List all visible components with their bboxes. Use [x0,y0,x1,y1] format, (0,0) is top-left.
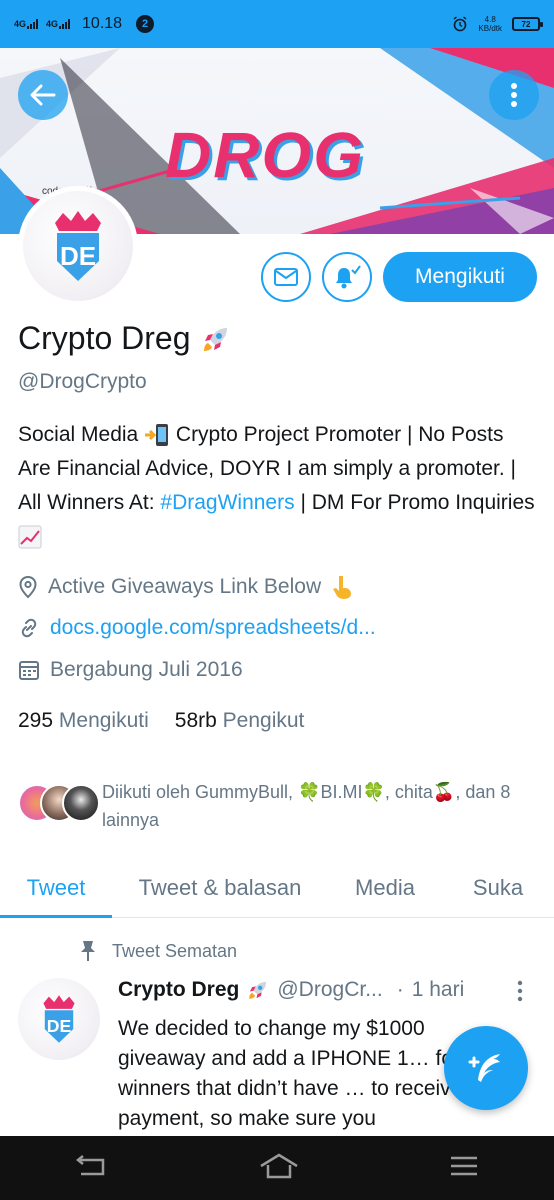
phone-arrow-emoji-icon [145,424,169,447]
profile-avatar[interactable]: DE [18,186,138,306]
tweet-author-name[interactable]: Crypto Dreg [118,978,239,1002]
followed-by-text: Diikuti oleh GummyBull, 🍀BI.MI🍀, chita🍒,… [102,782,511,830]
pin-icon [81,941,95,961]
alarm-icon [453,16,467,32]
more-vertical-icon [511,83,517,107]
calendar-icon [19,661,39,680]
rocket-emoji-icon [203,327,227,351]
followers-stat[interactable]: 58rb Pengikut [175,709,305,733]
profile-website: docs.google.com/spreadsheets/d... [18,616,376,640]
tab-media[interactable]: Media [328,860,442,916]
more-vertical-icon [517,980,523,1002]
arrow-left-icon [30,84,56,106]
message-button[interactable] [261,252,311,302]
following-stat[interactable]: 295 Mengikuti [18,709,149,733]
tweet-author-handle: @DrogCr... [277,978,383,1001]
svg-text:DE: DE [47,1016,72,1036]
tweet-header: Crypto Dreg @DrogCr... · 1 hari [118,978,538,1002]
notification-count-badge: 2 [136,15,155,33]
profile-location: Active Giveaways Link Below [18,574,353,600]
pointing-down-emoji-icon [333,576,352,599]
home-icon [260,1153,298,1178]
battery-icon: 72 [512,17,543,31]
chart-increasing-emoji-icon [18,525,42,549]
network-speed-value: 4.8 [484,15,496,24]
menu-icon [451,1156,477,1175]
mail-icon [274,268,298,286]
website-link[interactable]: docs.google.com/spreadsheets/d... [50,616,376,640]
bio-hashtag-link[interactable]: #DragWinners [160,491,294,514]
location-text: Active Giveaways Link Below [48,575,322,598]
profile-handle: @DrogCrypto [18,370,147,393]
network-speed-unit: KB/dtk [478,24,502,33]
following-button[interactable]: Mengikuti [383,252,537,302]
tab-tweet-replies[interactable]: Tweet & balasan [112,860,328,916]
link-icon [21,618,37,638]
profile-tabs: Tweet Tweet & balasan Media Suka [0,860,554,918]
clock: 10.18 [82,15,123,32]
pinned-tweet-header: Tweet Sematan [78,940,237,962]
system-navigation-bar [0,1136,554,1200]
network-type-label: 4G [46,19,59,29]
profile-joined: Bergabung Juli 2016 [18,658,243,682]
nav-back-button[interactable] [75,1154,109,1182]
followed-by-avatars [18,778,100,822]
nav-menu-button[interactable] [449,1155,479,1182]
profile-name-row: Crypto Dreg [18,320,231,357]
followers-label: Pengikut [222,709,305,732]
tab-likes[interactable]: Suka [442,860,554,916]
notifications-button[interactable] [322,252,372,302]
network-type-label: 4G [14,19,27,29]
following-label: Mengikuti [58,709,149,732]
svg-text:DE: DE [60,241,96,271]
tweet-author-avatar[interactable]: DE [18,978,100,1060]
de-crown-logo-icon: DE [43,995,75,1043]
status-bar: 4G 4G 10.18 2 4.8 KB/dtk 72 [0,0,554,48]
rocket-emoji-icon [249,981,267,999]
bio-text: | DM For Promo Inquiries [294,491,535,514]
separator-dot: · [396,978,404,1001]
profile-bio: Social Media Crypto Project Promoter | N… [18,418,538,554]
network-speed: 4.8 KB/dtk [478,15,502,33]
banner-logo: DROG [165,119,365,191]
more-options-button[interactable] [489,70,539,120]
back-button[interactable] [18,70,68,120]
followed-by-section[interactable]: Diikuti oleh GummyBull, 🍀BI.MI🍀, chita🍒,… [18,778,532,834]
bell-check-icon [336,265,361,289]
location-pin-icon [19,575,37,599]
signal-icon: 4G [46,19,71,29]
followers-count: 58rb [174,709,217,732]
tweet-timestamp: 1 hari [411,978,465,1001]
joined-date-text: Bergabung Juli 2016 [50,658,243,681]
tweet-more-button[interactable] [516,980,524,1007]
bio-text: Social Media [18,423,145,446]
battery-level: 72 [521,19,531,29]
avatar [62,784,100,822]
compose-feather-icon [468,1054,500,1082]
pinned-label: Tweet Sematan [112,940,238,961]
follow-stats: 295 Mengikuti 58rb Pengikut [18,709,304,733]
compose-tweet-button[interactable] [444,1026,528,1110]
de-crown-logo-icon: DE [55,211,101,281]
following-count: 295 [18,709,54,732]
nav-home-button[interactable] [259,1153,299,1184]
signal-icon: 4G [14,19,39,29]
back-icon [75,1154,105,1175]
tab-tweet[interactable]: Tweet [0,860,112,918]
profile-name: Crypto Dreg [18,320,191,356]
